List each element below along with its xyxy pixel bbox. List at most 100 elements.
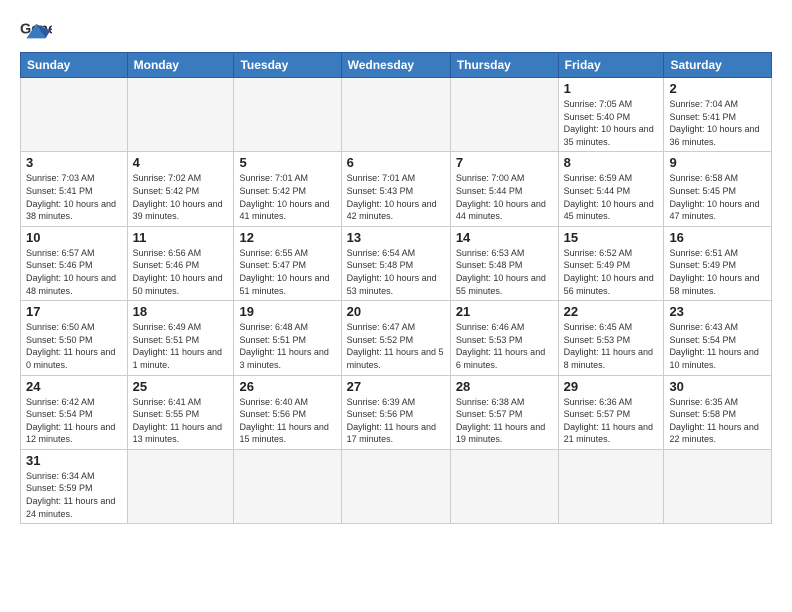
calendar-cell: 24 Sunrise: 6:42 AMSunset: 5:54 PMDayligh… bbox=[21, 375, 128, 449]
calendar-cell bbox=[127, 449, 234, 523]
week-row-3: 10 Sunrise: 6:57 AMSunset: 5:46 PMDayligh… bbox=[21, 226, 772, 300]
day-number: 26 bbox=[239, 379, 335, 394]
calendar-cell bbox=[558, 449, 664, 523]
day-info: Sunrise: 6:59 AMSunset: 5:44 PMDaylight:… bbox=[564, 172, 659, 222]
calendar-cell: 10 Sunrise: 6:57 AMSunset: 5:46 PMDayligh… bbox=[21, 226, 128, 300]
logo: General bbox=[20, 16, 56, 44]
calendar-cell: 22Sunrise: 6:45 AMSunset: 5:53 PMDayligh… bbox=[558, 301, 664, 375]
day-info: Sunrise: 6:34 AMSunset: 5:59 PMDaylight:… bbox=[26, 470, 122, 520]
day-info: Sunrise: 6:36 AMSunset: 5:57 PMDaylight:… bbox=[564, 396, 659, 446]
calendar-cell: 14Sunrise: 6:53 AMSunset: 5:48 PMDayligh… bbox=[450, 226, 558, 300]
day-info: Sunrise: 6:35 AMSunset: 5:58 PMDaylight:… bbox=[669, 396, 766, 446]
calendar-cell: 1 Sunrise: 7:05 AMSunset: 5:40 PMDaylight… bbox=[558, 78, 664, 152]
day-number: 18 bbox=[133, 304, 229, 319]
calendar-cell: 8 Sunrise: 6:59 AMSunset: 5:44 PMDaylight… bbox=[558, 152, 664, 226]
day-info: Sunrise: 7:03 AMSunset: 5:41 PMDaylight:… bbox=[26, 172, 122, 222]
day-number: 12 bbox=[239, 230, 335, 245]
weekday-header-sunday: Sunday bbox=[21, 53, 128, 78]
day-number: 5 bbox=[239, 155, 335, 170]
week-row-2: 3 Sunrise: 7:03 AMSunset: 5:41 PMDaylight… bbox=[21, 152, 772, 226]
calendar-cell: 6 Sunrise: 7:01 AMSunset: 5:43 PMDaylight… bbox=[341, 152, 450, 226]
day-number: 21 bbox=[456, 304, 553, 319]
day-info: Sunrise: 6:46 AMSunset: 5:53 PMDaylight:… bbox=[456, 321, 553, 371]
day-info: Sunrise: 6:58 AMSunset: 5:45 PMDaylight:… bbox=[669, 172, 766, 222]
day-number: 13 bbox=[347, 230, 445, 245]
day-number: 19 bbox=[239, 304, 335, 319]
day-info: Sunrise: 6:47 AMSunset: 5:52 PMDaylight:… bbox=[347, 321, 445, 371]
day-number: 24 bbox=[26, 379, 122, 394]
weekday-header-thursday: Thursday bbox=[450, 53, 558, 78]
calendar-cell bbox=[341, 78, 450, 152]
day-info: Sunrise: 7:01 AMSunset: 5:43 PMDaylight:… bbox=[347, 172, 445, 222]
day-info: Sunrise: 6:42 AMSunset: 5:54 PMDaylight:… bbox=[26, 396, 122, 446]
calendar-cell: 30 Sunrise: 6:35 AMSunset: 5:58 PMDayligh… bbox=[664, 375, 772, 449]
day-info: Sunrise: 6:57 AMSunset: 5:46 PMDaylight:… bbox=[26, 247, 122, 297]
weekday-header-wednesday: Wednesday bbox=[341, 53, 450, 78]
weekday-header-monday: Monday bbox=[127, 53, 234, 78]
day-info: Sunrise: 6:43 AMSunset: 5:54 PMDaylight:… bbox=[669, 321, 766, 371]
day-number: 20 bbox=[347, 304, 445, 319]
calendar-cell: 13Sunrise: 6:54 AMSunset: 5:48 PMDayligh… bbox=[341, 226, 450, 300]
day-info: Sunrise: 6:50 AMSunset: 5:50 PMDaylight:… bbox=[26, 321, 122, 371]
day-info: Sunrise: 6:45 AMSunset: 5:53 PMDaylight:… bbox=[564, 321, 659, 371]
week-row-1: 1 Sunrise: 7:05 AMSunset: 5:40 PMDaylight… bbox=[21, 78, 772, 152]
calendar-cell: 23Sunrise: 6:43 AMSunset: 5:54 PMDayligh… bbox=[664, 301, 772, 375]
week-row-4: 17 Sunrise: 6:50 AMSunset: 5:50 PMDayligh… bbox=[21, 301, 772, 375]
day-number: 31 bbox=[26, 453, 122, 468]
weekday-header-friday: Friday bbox=[558, 53, 664, 78]
page: General SundayMondayTuesdayWednesdayThur… bbox=[0, 0, 792, 612]
day-number: 9 bbox=[669, 155, 766, 170]
day-info: Sunrise: 7:02 AMSunset: 5:42 PMDaylight:… bbox=[133, 172, 229, 222]
day-number: 3 bbox=[26, 155, 122, 170]
day-info: Sunrise: 6:38 AMSunset: 5:57 PMDaylight:… bbox=[456, 396, 553, 446]
week-row-6: 31 Sunrise: 6:34 AMSunset: 5:59 PMDayligh… bbox=[21, 449, 772, 523]
calendar-cell: 21 Sunrise: 6:46 AMSunset: 5:53 PMDayligh… bbox=[450, 301, 558, 375]
day-number: 2 bbox=[669, 81, 766, 96]
calendar-cell: 25 Sunrise: 6:41 AMSunset: 5:55 PMDayligh… bbox=[127, 375, 234, 449]
header: General bbox=[20, 16, 772, 44]
day-info: Sunrise: 6:49 AMSunset: 5:51 PMDaylight:… bbox=[133, 321, 229, 371]
calendar-cell: 19Sunrise: 6:48 AMSunset: 5:51 PMDayligh… bbox=[234, 301, 341, 375]
day-number: 28 bbox=[456, 379, 553, 394]
day-info: Sunrise: 6:53 AMSunset: 5:48 PMDaylight:… bbox=[456, 247, 553, 297]
day-number: 4 bbox=[133, 155, 229, 170]
calendar-cell: 4 Sunrise: 7:02 AMSunset: 5:42 PMDaylight… bbox=[127, 152, 234, 226]
calendar-cell bbox=[341, 449, 450, 523]
day-info: Sunrise: 7:00 AMSunset: 5:44 PMDaylight:… bbox=[456, 172, 553, 222]
calendar-cell: 26 Sunrise: 6:40 AMSunset: 5:56 PMDayligh… bbox=[234, 375, 341, 449]
calendar-cell bbox=[450, 78, 558, 152]
day-number: 11 bbox=[133, 230, 229, 245]
day-info: Sunrise: 6:41 AMSunset: 5:55 PMDaylight:… bbox=[133, 396, 229, 446]
day-number: 8 bbox=[564, 155, 659, 170]
calendar-cell: 15Sunrise: 6:52 AMSunset: 5:49 PMDayligh… bbox=[558, 226, 664, 300]
calendar-cell: 16 Sunrise: 6:51 AMSunset: 5:49 PMDayligh… bbox=[664, 226, 772, 300]
day-number: 30 bbox=[669, 379, 766, 394]
day-number: 17 bbox=[26, 304, 122, 319]
calendar-table: SundayMondayTuesdayWednesdayThursdayFrid… bbox=[20, 52, 772, 524]
weekday-header-saturday: Saturday bbox=[664, 53, 772, 78]
calendar-cell: 18 Sunrise: 6:49 AMSunset: 5:51 PMDayligh… bbox=[127, 301, 234, 375]
calendar-cell: 3 Sunrise: 7:03 AMSunset: 5:41 PMDaylight… bbox=[21, 152, 128, 226]
day-info: Sunrise: 6:51 AMSunset: 5:49 PMDaylight:… bbox=[669, 247, 766, 297]
day-number: 7 bbox=[456, 155, 553, 170]
calendar-cell bbox=[127, 78, 234, 152]
day-info: Sunrise: 7:05 AMSunset: 5:40 PMDaylight:… bbox=[564, 98, 659, 148]
day-number: 10 bbox=[26, 230, 122, 245]
calendar-cell: 17 Sunrise: 6:50 AMSunset: 5:50 PMDayligh… bbox=[21, 301, 128, 375]
day-info: Sunrise: 7:01 AMSunset: 5:42 PMDaylight:… bbox=[239, 172, 335, 222]
day-number: 27 bbox=[347, 379, 445, 394]
calendar-cell: 11Sunrise: 6:56 AMSunset: 5:46 PMDayligh… bbox=[127, 226, 234, 300]
day-info: Sunrise: 6:55 AMSunset: 5:47 PMDaylight:… bbox=[239, 247, 335, 297]
calendar-cell: 5 Sunrise: 7:01 AMSunset: 5:42 PMDaylight… bbox=[234, 152, 341, 226]
day-number: 25 bbox=[133, 379, 229, 394]
calendar-cell bbox=[234, 449, 341, 523]
day-number: 6 bbox=[347, 155, 445, 170]
calendar-cell: 9 Sunrise: 6:58 AMSunset: 5:45 PMDaylight… bbox=[664, 152, 772, 226]
day-info: Sunrise: 6:40 AMSunset: 5:56 PMDaylight:… bbox=[239, 396, 335, 446]
calendar-cell: 27Sunrise: 6:39 AMSunset: 5:56 PMDayligh… bbox=[341, 375, 450, 449]
weekday-header-row: SundayMondayTuesdayWednesdayThursdayFrid… bbox=[21, 53, 772, 78]
day-number: 1 bbox=[564, 81, 659, 96]
calendar-cell bbox=[234, 78, 341, 152]
day-number: 16 bbox=[669, 230, 766, 245]
week-row-5: 24 Sunrise: 6:42 AMSunset: 5:54 PMDayligh… bbox=[21, 375, 772, 449]
